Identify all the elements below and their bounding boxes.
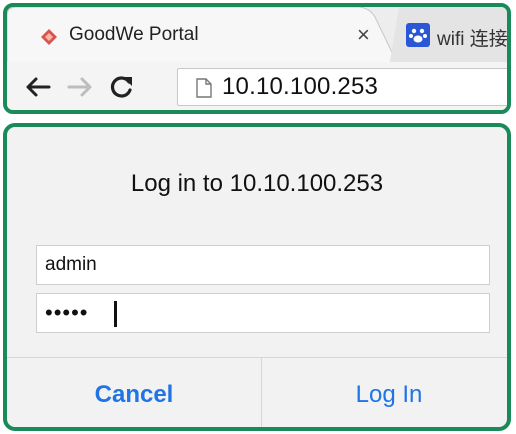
browser-chrome: GoodWe Portal × wifi 连接 10.10.100.253	[3, 3, 511, 114]
close-icon[interactable]: ×	[357, 22, 370, 48]
login-dialog: Log in to 10.10.100.253 admin ••••• Canc…	[3, 123, 511, 431]
cancel-button[interactable]: Cancel	[7, 358, 261, 427]
toolbar: 10.10.100.253	[7, 62, 507, 110]
password-field[interactable]: •••••	[36, 293, 490, 333]
page-icon	[196, 78, 212, 98]
username-value: admin	[45, 254, 97, 275]
back-arrow-icon[interactable]	[25, 76, 51, 98]
text-caret	[114, 301, 117, 327]
dialog-title: Log in to 10.10.100.253	[130, 170, 384, 197]
url-text: 10.10.100.253	[222, 73, 379, 100]
tab-title: GoodWe Portal	[69, 24, 199, 45]
password-value: •••••	[45, 300, 89, 325]
paw-favicon-icon	[406, 23, 430, 47]
login-button[interactable]: Log In	[262, 358, 507, 427]
tab-title: wifi 连接	[437, 29, 508, 50]
username-field[interactable]: admin	[36, 245, 490, 285]
address-bar[interactable]: 10.10.100.253	[177, 68, 507, 106]
reload-icon[interactable]	[109, 74, 135, 100]
diamond-favicon-icon	[41, 29, 57, 45]
forward-arrow-icon	[67, 77, 92, 97]
tab-strip: GoodWe Portal × wifi 连接	[7, 7, 507, 67]
